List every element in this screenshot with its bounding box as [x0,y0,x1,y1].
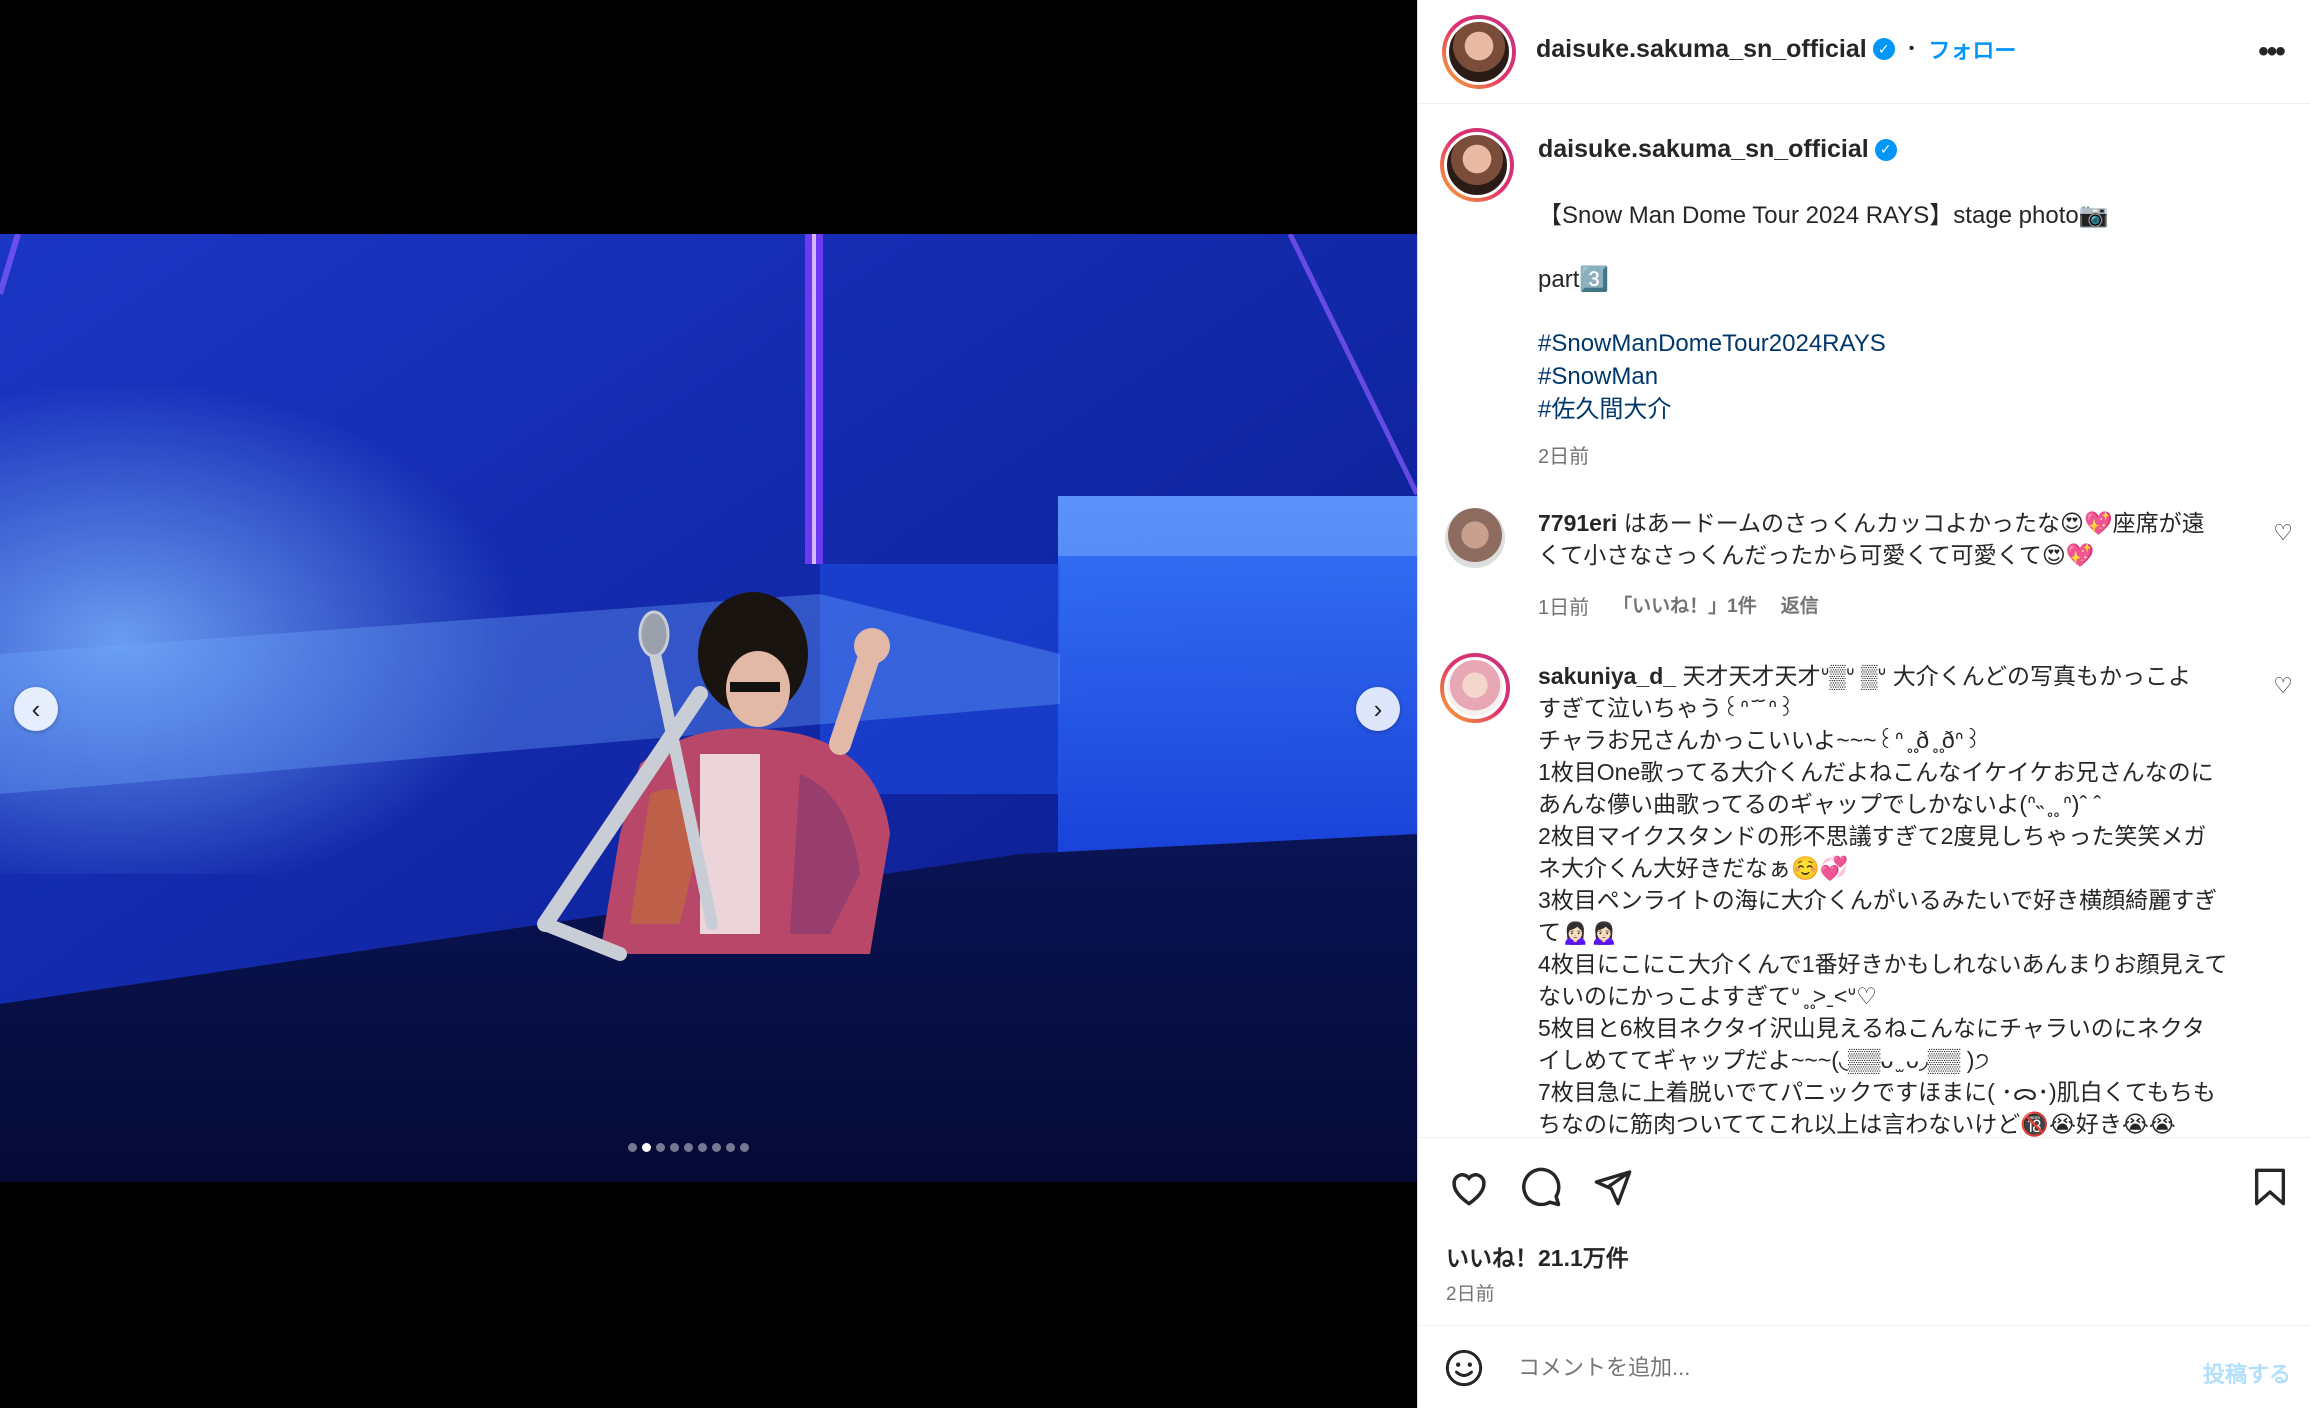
carousel-dot [726,1143,735,1152]
comment-text-line: すぎて泣いちゃう꒰ᐢ ᷄ ᷄ ᐢ꒱ [1538,695,1796,721]
caption-username[interactable]: daisuke.sakuma_sn_official [1538,135,1869,164]
post-comment-button[interactable]: 投稿する [2203,1357,2291,1389]
comment-button[interactable] [1516,1162,1566,1212]
reply-button[interactable]: 返信 [1781,591,1819,620]
comment-body: sakuniya_d_ 天才天才天才ᐡ▒ᐡ ▒ᐡ 大介くんどの写真もかっこよ す… [1538,660,2238,1137]
chevron-right-icon: › [1373,693,1383,724]
follow-button[interactable]: フォロー [1928,33,2016,65]
carousel-prev-button[interactable]: ‹ [14,687,58,731]
comment-input[interactable] [1518,1346,2138,1390]
comment-text: はあードームのさっくんカッコよかったな😍💖座席が遠 [1623,510,2205,536]
comment-like-heart-icon[interactable]: ♡ [2273,520,2293,546]
stage-photo-illustration [0,234,1417,1182]
comment-text: くて小さなさっくんだったから可愛くて可愛くて😍💖 [1538,542,2095,568]
carousel-dots [628,1143,749,1152]
verified-badge-icon: ✓ [1872,38,1895,60]
send-icon [1594,1170,1632,1206]
caption-time[interactable]: 2日前 [1538,440,1589,469]
carousel-dot [670,1143,679,1152]
caption-line1: 【Snow Man Dome Tour 2024 RAYS】stage phot… [1538,202,2109,229]
carousel-dot [656,1143,665,1152]
like-button[interactable] [1444,1162,1494,1212]
comment-text-line: チャラお兄さんかっこいいよ~~~꒰ᐢ ̥ ̥ð ̥ ̥ðᐢ꒱ [1538,727,1982,753]
comment-like-heart-icon[interactable]: ♡ [2273,673,2293,699]
comment-text-line: ちなのに筋肉ついててこれ以上は言わないけど🔞😭好き😭😭 [1538,1111,2176,1137]
hashtag-link[interactable]: #SnowManDomeTour2024RAYS [1538,327,1886,360]
comment-text-line: イしめててギャップだよ~~~(◟▒▒ᴗ ̫ ᴗ◞▒▒ )੭ [1538,1047,1990,1073]
comment-text-line: あんな儚い曲歌ってるのギャップでしかないよ(ᐢ˵ ̥ ̥ ᐢ)ˆ ˆ [1538,791,2102,817]
likes-count[interactable]: いいね！21.1万件 [1446,1239,1629,1273]
post-photo[interactable] [0,234,1417,1182]
more-horizontal-icon: ••• [2258,35,2285,68]
chevron-left-icon: ‹ [31,693,41,724]
caption-line2: part3️⃣ [1538,266,1610,293]
comment-text-line: 3枚目ペンライトの海に大介くんがいるみたいで好き横顔綺麗すぎ [1538,887,2218,913]
post-time[interactable]: 2日前 [1446,1279,1495,1306]
comments-scroll-area[interactable]: daisuke.sakuma_sn_official ✓ 【Snow Man D… [1418,105,2310,1137]
comment-text-line: 2枚目マイクスタンドの形不思議すぎて2度見しちゃった笑笑メガ [1538,823,2207,849]
separator-dot: • [1908,40,1915,57]
post-media-viewer: ‹ › [0,0,1417,1408]
comment-text-line: ネ大介くん大好きだなぁ☺️💞 [1538,855,1849,881]
comment-form: 投稿する [1418,1325,2310,1408]
comment-body: 7791eri はあードームのさっくんカッコよかったな😍💖座席が遠 くて小さなさ… [1538,507,2228,571]
comment-text-line: ないのにかっこよすぎてᐡ ̥ ̥>ˍ<ᐡ♡ [1538,983,1877,1009]
bookmark-icon [2255,1168,2285,1206]
caption-avatar[interactable] [1440,128,1514,202]
post-header: daisuke.sakuma_sn_official ✓ • フォロー ••• [1418,0,2310,104]
carousel-next-button[interactable]: › [1356,687,1400,731]
heart-icon [1452,1173,1486,1206]
carousel-dot [698,1143,707,1152]
save-button[interactable] [2245,1162,2295,1212]
verified-badge-icon: ✓ [1874,138,1897,161]
commenter-avatar[interactable] [1445,508,1505,568]
carousel-dot [642,1143,651,1152]
author-username[interactable]: daisuke.sakuma_sn_official [1536,35,1867,64]
more-options-button[interactable]: ••• [2249,30,2293,74]
post-detail-panel: daisuke.sakuma_sn_official ✓ • フォロー ••• … [1417,0,2310,1408]
comment-likes[interactable]: 「いいね！」1件 [1613,591,1757,620]
carousel-dot [628,1143,637,1152]
comment-text-line: 1枚目One歌ってる大介くんだよねこんなイケイケお兄さんなのに [1538,759,2214,785]
carousel-dot [740,1143,749,1152]
commenter-avatar[interactable] [1440,653,1510,723]
smiley-icon [1445,1349,1483,1387]
emoji-button[interactable] [1442,1346,1486,1390]
author-avatar[interactable] [1442,15,1516,89]
carousel-dot [684,1143,693,1152]
carousel-dot [712,1143,721,1152]
comment-time[interactable]: 1日前 [1538,591,1589,620]
comment-text-line: 7枚目急に上着脱いでてパニックですほまに( ･ᯅ･)肌白くてもちも [1538,1079,2216,1105]
hashtag-link[interactable]: #SnowMan [1538,360,1886,393]
comment-text-line: 5枚目と6枚目ネクタイ沢山見えるねこんなにチャラいのにネクタ [1538,1015,2205,1041]
comment-icon [1522,1167,1561,1207]
action-bar: いいね！21.1万件 2日前 [1418,1137,2310,1325]
commenter-username[interactable]: 7791eri [1538,510,1617,536]
commenter-username[interactable]: sakuniya_d_ [1538,663,1676,689]
share-button[interactable] [1588,1162,1638,1212]
hashtag-link[interactable]: #佐久間大介 [1538,393,1886,426]
comment-text: 天才天才天才ᐡ▒ᐡ ▒ᐡ 大介くんどの写真もかっこよ [1682,663,2192,689]
comment-text-line: 4枚目にこにこ大介くんで1番好きかもしれないあんまりお顔見えて [1538,951,2228,977]
comment-text-line: て🙍🏻‍♀️🙍🏻‍♀️ [1538,919,1619,945]
